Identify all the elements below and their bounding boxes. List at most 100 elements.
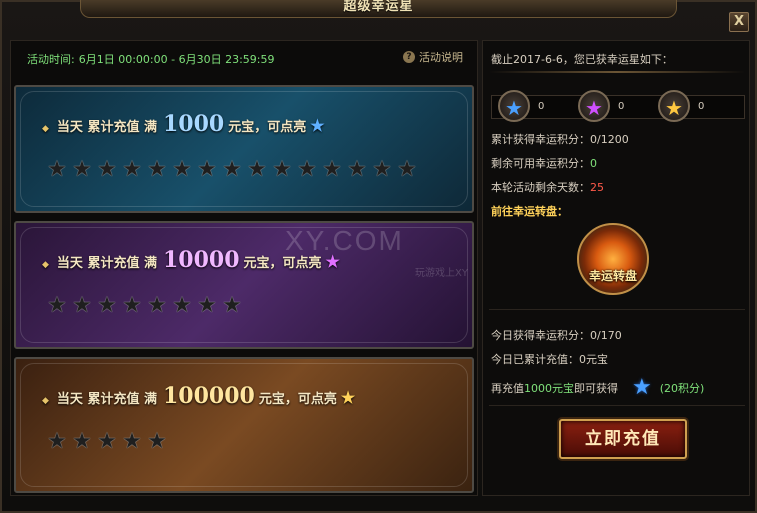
wheel-link[interactable]: 前往幸运转盘： [491,203,568,219]
empty-star-icon: ★ [72,157,92,182]
watermark-tagline: 玩游戏上XY [415,268,468,279]
divider [489,405,745,406]
tier-requirement: ◆ 当天 累计充值 满 100000 元宝，可点亮 ★ [42,383,355,409]
empty-star-icon: ★ [272,157,292,182]
empty-star-icon: ★ [147,293,167,318]
star-row: ★ ★ ★ ★ ★ ★ ★ ★ ★ ★ ★ ★ ★ ★ ★ [46,159,418,181]
diamond-bullet-icon: ◆ [42,260,49,270]
title-bar: 超级幸运星 [80,0,677,18]
empty-star-icon: ★ [72,429,92,454]
empty-star-icon: ★ [47,157,67,182]
empty-star-icon: ★ [247,157,267,182]
next-reward-amount: 1000元宝 [524,381,574,395]
divider [489,309,745,310]
today-points: 今日获得幸运积分：0/170 [491,327,622,343]
lucky-wheel-icon[interactable] [577,223,649,295]
tier-amount: 10000 [162,247,240,273]
purple-star-icon: ★ [578,90,610,122]
event-time-value: 6月1日 00:00:00 - 6月30日 23:59:59 [78,53,275,66]
blue-star-icon: ★ [310,116,325,135]
empty-star-icon: ★ [97,429,117,454]
gold-star-count-value: 0 [698,100,705,112]
empty-star-icon: ★ [172,293,192,318]
tiers-panel: 活动时间: 6月1日 00:00:00 - 6月30日 23:59:59 ? 活动… [10,40,478,496]
tier-suffix: 元宝，可点亮 [228,120,307,135]
purple-star-count-value: 0 [618,100,625,112]
lucky-wheel-label[interactable]: 幸运转盘 [581,267,645,284]
diamond-bullet-icon: ◆ [42,124,49,134]
empty-star-icon: ★ [197,293,217,318]
remaining-points: 剩余可用幸运积分：0 [491,155,597,171]
next-reward: 再充值 1000元宝 即可获得 ★ (20积分) [491,375,704,400]
summary-header: 截止2017-6-6，您已获幸运星如下： [491,53,673,66]
tier-amount: 100000 [162,383,255,409]
empty-star-icon: ★ [197,157,217,182]
next-reward-points: (20积分) [659,381,705,395]
total-points-label: 累计获得幸运积分： [491,133,590,146]
empty-star-icon: ★ [97,157,117,182]
remaining-points-value: 0 [590,157,597,170]
next-reward-prefix: 再充值 [491,381,524,395]
blue-star-icon: ★ [632,375,652,400]
empty-star-icon: ★ [122,293,142,318]
days-left: 本轮活动剩余天数：25 [491,179,604,195]
tier-requirement: ◆ 当天 累计充值 满 1000 元宝，可点亮 ★ [42,111,325,137]
tier-card-10000: ◆ 当天 累计充值 满 10000 元宝，可点亮 ★ ★ ★ ★ ★ ★ ★ ★ ★ [14,221,474,349]
tier-card-100000: ◆ 当天 累计充值 满 100000 元宝，可点亮 ★ ★ ★ ★ ★ ★ [14,357,474,493]
empty-star-icon: ★ [222,293,242,318]
empty-star-icon: ★ [122,429,142,454]
tier-card-1000: ◆ 当天 累计充值 满 1000 元宝，可点亮 ★ ★ ★ ★ ★ ★ ★ ★ ★ ★ ★ ★ ★ ★ ★… [14,85,474,213]
tier-amount: 1000 [162,111,225,137]
blue-star-count: ★ 0 [498,90,544,122]
empty-star-icon: ★ [147,429,167,454]
total-points: 累计获得幸运积分：0/1200 [491,131,629,147]
help-icon: ? [403,51,415,63]
today-recharge-value: 0元宝 [579,353,608,366]
event-help-link[interactable]: ? 活动说明 [403,49,463,65]
tier-prefix: 当天 累计充值 满 [56,256,157,271]
diamond-bullet-icon: ◆ [42,396,49,406]
remaining-points-label: 剩余可用幸运积分： [491,157,590,170]
days-left-value: 25 [590,181,604,194]
tier-suffix: 元宝，可点亮 [258,392,337,407]
tier-card-frame [20,91,468,207]
star-row: ★ ★ ★ ★ ★ [46,431,168,453]
event-help-label: 活动说明 [419,51,463,64]
event-time: 活动时间: 6月1日 00:00:00 - 6月30日 23:59:59 [27,51,274,67]
gold-star-icon: ★ [340,388,356,407]
divider [489,71,745,73]
empty-star-icon: ★ [347,157,367,182]
tier-prefix: 当天 累计充值 满 [56,392,157,407]
blue-star-icon: ★ [498,90,530,122]
watermark-logo: XY.COM [285,225,404,256]
blue-star-count-value: 0 [538,100,545,112]
tier-prefix: 当天 累计充值 满 [56,120,157,135]
empty-star-icon: ★ [122,157,142,182]
total-points-value: 0/1200 [590,133,629,146]
empty-star-icon: ★ [222,157,242,182]
purple-star-count: ★ 0 [578,90,624,122]
empty-star-icon: ★ [372,157,392,182]
star-counts: ★ 0 ★ 0 ★ 0 [491,90,745,122]
empty-star-icon: ★ [397,157,417,182]
empty-star-icon: ★ [322,157,342,182]
empty-star-icon: ★ [47,429,67,454]
empty-star-icon: ★ [297,157,317,182]
star-row: ★ ★ ★ ★ ★ ★ ★ ★ [46,295,243,317]
today-recharge-label: 今日已累计充值： [491,353,579,366]
days-left-label: 本轮活动剩余天数： [491,181,590,194]
empty-star-icon: ★ [147,157,167,182]
recharge-now-button[interactable]: 立即充值 [559,419,687,459]
gold-star-count: ★ 0 [658,90,704,122]
empty-star-icon: ★ [97,293,117,318]
today-points-label: 今日获得幸运积分： [491,329,590,342]
next-reward-suffix: 即可获得 [574,381,618,395]
tier-card-frame [20,363,468,487]
gold-star-icon: ★ [658,90,690,122]
today-points-value: 0/170 [590,329,622,342]
empty-star-icon: ★ [72,293,92,318]
event-time-label: 活动时间: [27,53,75,66]
window-title: 超级幸运星 [343,0,414,14]
summary-panel: 截止2017-6-6，您已获幸运星如下： ★ 0 ★ 0 ★ 0 累计获得幸运积… [482,40,750,496]
close-button[interactable]: X [729,12,749,32]
